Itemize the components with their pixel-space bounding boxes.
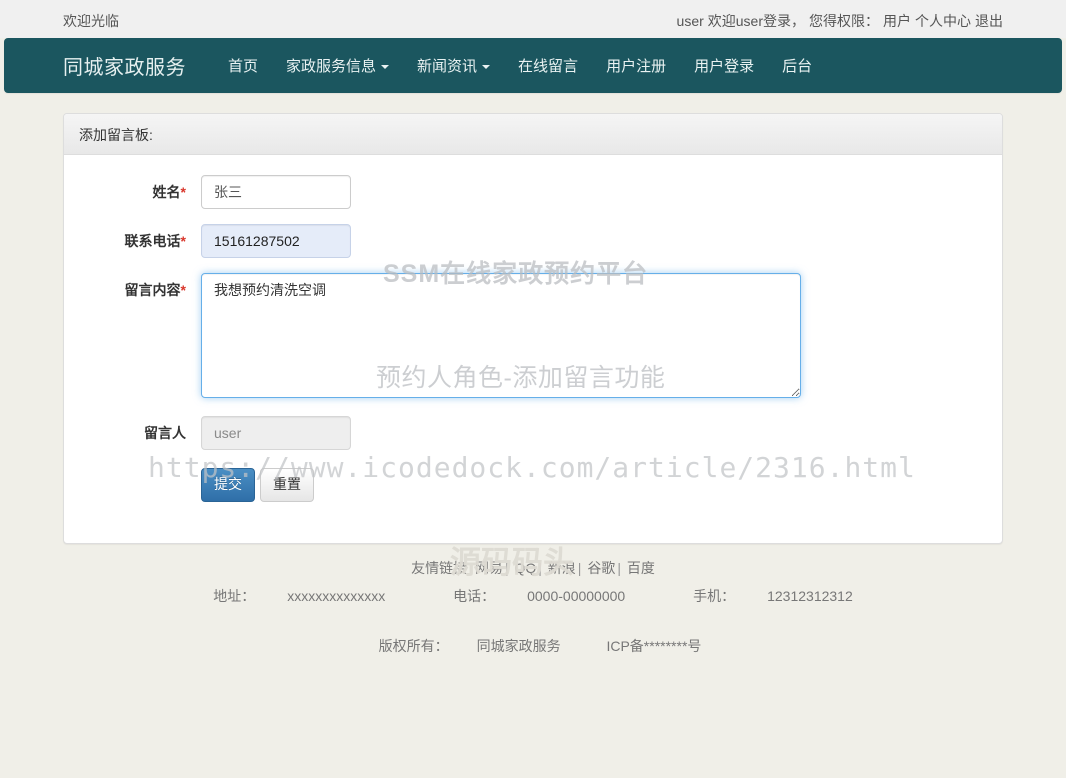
role-value: 用户 (883, 13, 911, 29)
add-message-panel: 添加留言板: 姓名* 联系电话* 留言内容* 我想预约清洗空调 (63, 113, 1003, 544)
field-col-name (201, 175, 987, 209)
required-asterisk: * (180, 184, 186, 200)
panel-title: 添加留言板: (64, 114, 1002, 155)
submit-button[interactable]: 提交 (201, 468, 255, 502)
nav-label: 家政服务信息 (286, 58, 377, 75)
nav-item-news[interactable]: 新闻资讯 (403, 47, 504, 84)
chevron-down-icon (482, 65, 491, 70)
main-navbar: 同城家政服务 首页 家政服务信息 新闻资讯 在线留言 用户注册 用户登录 后台 (4, 38, 1062, 93)
nav-item-home[interactable]: 首页 (214, 47, 272, 84)
label-content: 留言内容* (79, 273, 201, 300)
nav-label: 在线留言 (518, 58, 579, 75)
label-text: 姓名 (152, 184, 181, 200)
add-message-form: 姓名* 联系电话* 留言内容* 我想预约清洗空调 (79, 175, 987, 502)
form-actions: 提交 重置 (201, 468, 987, 502)
username-text: user (676, 13, 704, 29)
reset-button[interactable]: 重置 (260, 468, 314, 502)
label-text: 留言人 (144, 425, 186, 441)
address-value: xxxxxxxxxxxxxx (287, 588, 386, 604)
address-label: 地址： (213, 588, 256, 604)
copyright: 版权所有： 同城家政服务 (365, 638, 575, 654)
form-row-name: 姓名* (79, 175, 987, 209)
label-author: 留言人 (79, 416, 201, 443)
form-row-author: 留言人 提交 重置 (79, 416, 987, 502)
footer-address: 地址： xxxxxxxxxxxxxx (197, 588, 401, 604)
form-row-content: 留言内容* 我想预约清洗空调 (79, 273, 987, 401)
site-brand[interactable]: 同城家政服务 (63, 51, 186, 80)
mobile-label: 手机： (693, 588, 736, 604)
tel-value: 0000-00000000 (527, 588, 626, 604)
name-input[interactable] (201, 175, 351, 209)
link-separator: | (577, 560, 582, 576)
copyright-label: 版权所有： (378, 638, 449, 654)
field-col-author: 提交 重置 (201, 416, 987, 502)
nav-item-admin[interactable]: 后台 (768, 47, 826, 84)
nav-label: 后台 (782, 58, 813, 75)
form-row-phone: 联系电话* (79, 224, 987, 258)
link-separator: | (504, 560, 509, 576)
nav-item-online-message[interactable]: 在线留言 (504, 47, 592, 84)
label-name: 姓名* (79, 175, 201, 202)
footer-copyright-row: 版权所有： 同城家政服务 ICP备********号 (0, 633, 1066, 659)
footer-contact-row: 地址： xxxxxxxxxxxxxx 电话： 0000-00000000 手机： 12… (0, 583, 1066, 609)
required-asterisk: * (180, 282, 186, 298)
label-text: 联系电话 (124, 233, 181, 249)
nav-label: 用户注册 (606, 58, 667, 75)
top-utility-bar: 欢迎光临 user 欢迎user登录， 您得权限： 用户 个人中心 退出 (0, 0, 1066, 38)
mobile-value: 12312312312 (767, 588, 853, 604)
friend-link-sina[interactable]: 新浪 (548, 560, 576, 576)
friend-link-baidu[interactable]: 百度 (627, 560, 655, 576)
nav-item-service-info[interactable]: 家政服务信息 (272, 47, 403, 84)
logout-link[interactable]: 退出 (975, 13, 1003, 29)
tel-label: 电话： (453, 588, 496, 604)
login-greeting: 欢迎user登录， (707, 13, 805, 29)
author-input (201, 416, 351, 450)
panel-body: 姓名* 联系电话* 留言内容* 我想预约清洗空调 (64, 155, 1002, 543)
user-session-info: user 欢迎user登录， 您得权限： 用户 个人中心 退出 (677, 11, 1003, 31)
message-content-textarea[interactable]: 我想预约清洗空调 (201, 273, 801, 398)
icp-number: ICP备********号 (606, 638, 702, 654)
nav-label: 首页 (228, 58, 259, 75)
nav-item-login[interactable]: 用户登录 (680, 47, 768, 84)
friend-link-163[interactable]: 网易 (475, 560, 503, 576)
label-text: 留言内容 (124, 282, 181, 298)
required-asterisk: * (180, 233, 186, 249)
page-footer: 友情链接 网易 | QQ | 新浪 | 谷歌 | 百度 地址： xxxxxxxxxxxxx… (0, 555, 1066, 659)
profile-center-link[interactable]: 个人中心 (915, 13, 971, 29)
role-label: 您得权限： (809, 13, 879, 29)
friend-links-row: 友情链接 网易 | QQ | 新浪 | 谷歌 | 百度 (0, 555, 1066, 581)
nav-item-register[interactable]: 用户注册 (592, 47, 680, 84)
chevron-down-icon (381, 65, 390, 70)
link-separator: | (538, 560, 542, 576)
field-col-content: 我想预约清洗空调 (201, 273, 987, 401)
nav-label: 用户登录 (694, 58, 755, 75)
label-phone: 联系电话* (79, 224, 201, 251)
nav-label: 新闻资讯 (417, 58, 478, 75)
friend-links-label: 友情链接 (411, 560, 468, 576)
footer-tel: 电话： 0000-00000000 (437, 588, 641, 604)
phone-input[interactable] (201, 224, 351, 258)
welcome-text: 欢迎光临 (63, 13, 119, 29)
link-separator: | (617, 560, 621, 576)
field-col-phone (201, 224, 987, 258)
copyright-value: 同城家政服务 (476, 638, 561, 654)
footer-mobile: 手机： 12312312312 (677, 588, 869, 604)
friend-link-google[interactable]: 谷歌 (587, 560, 615, 576)
friend-link-qq[interactable]: QQ (514, 560, 536, 576)
